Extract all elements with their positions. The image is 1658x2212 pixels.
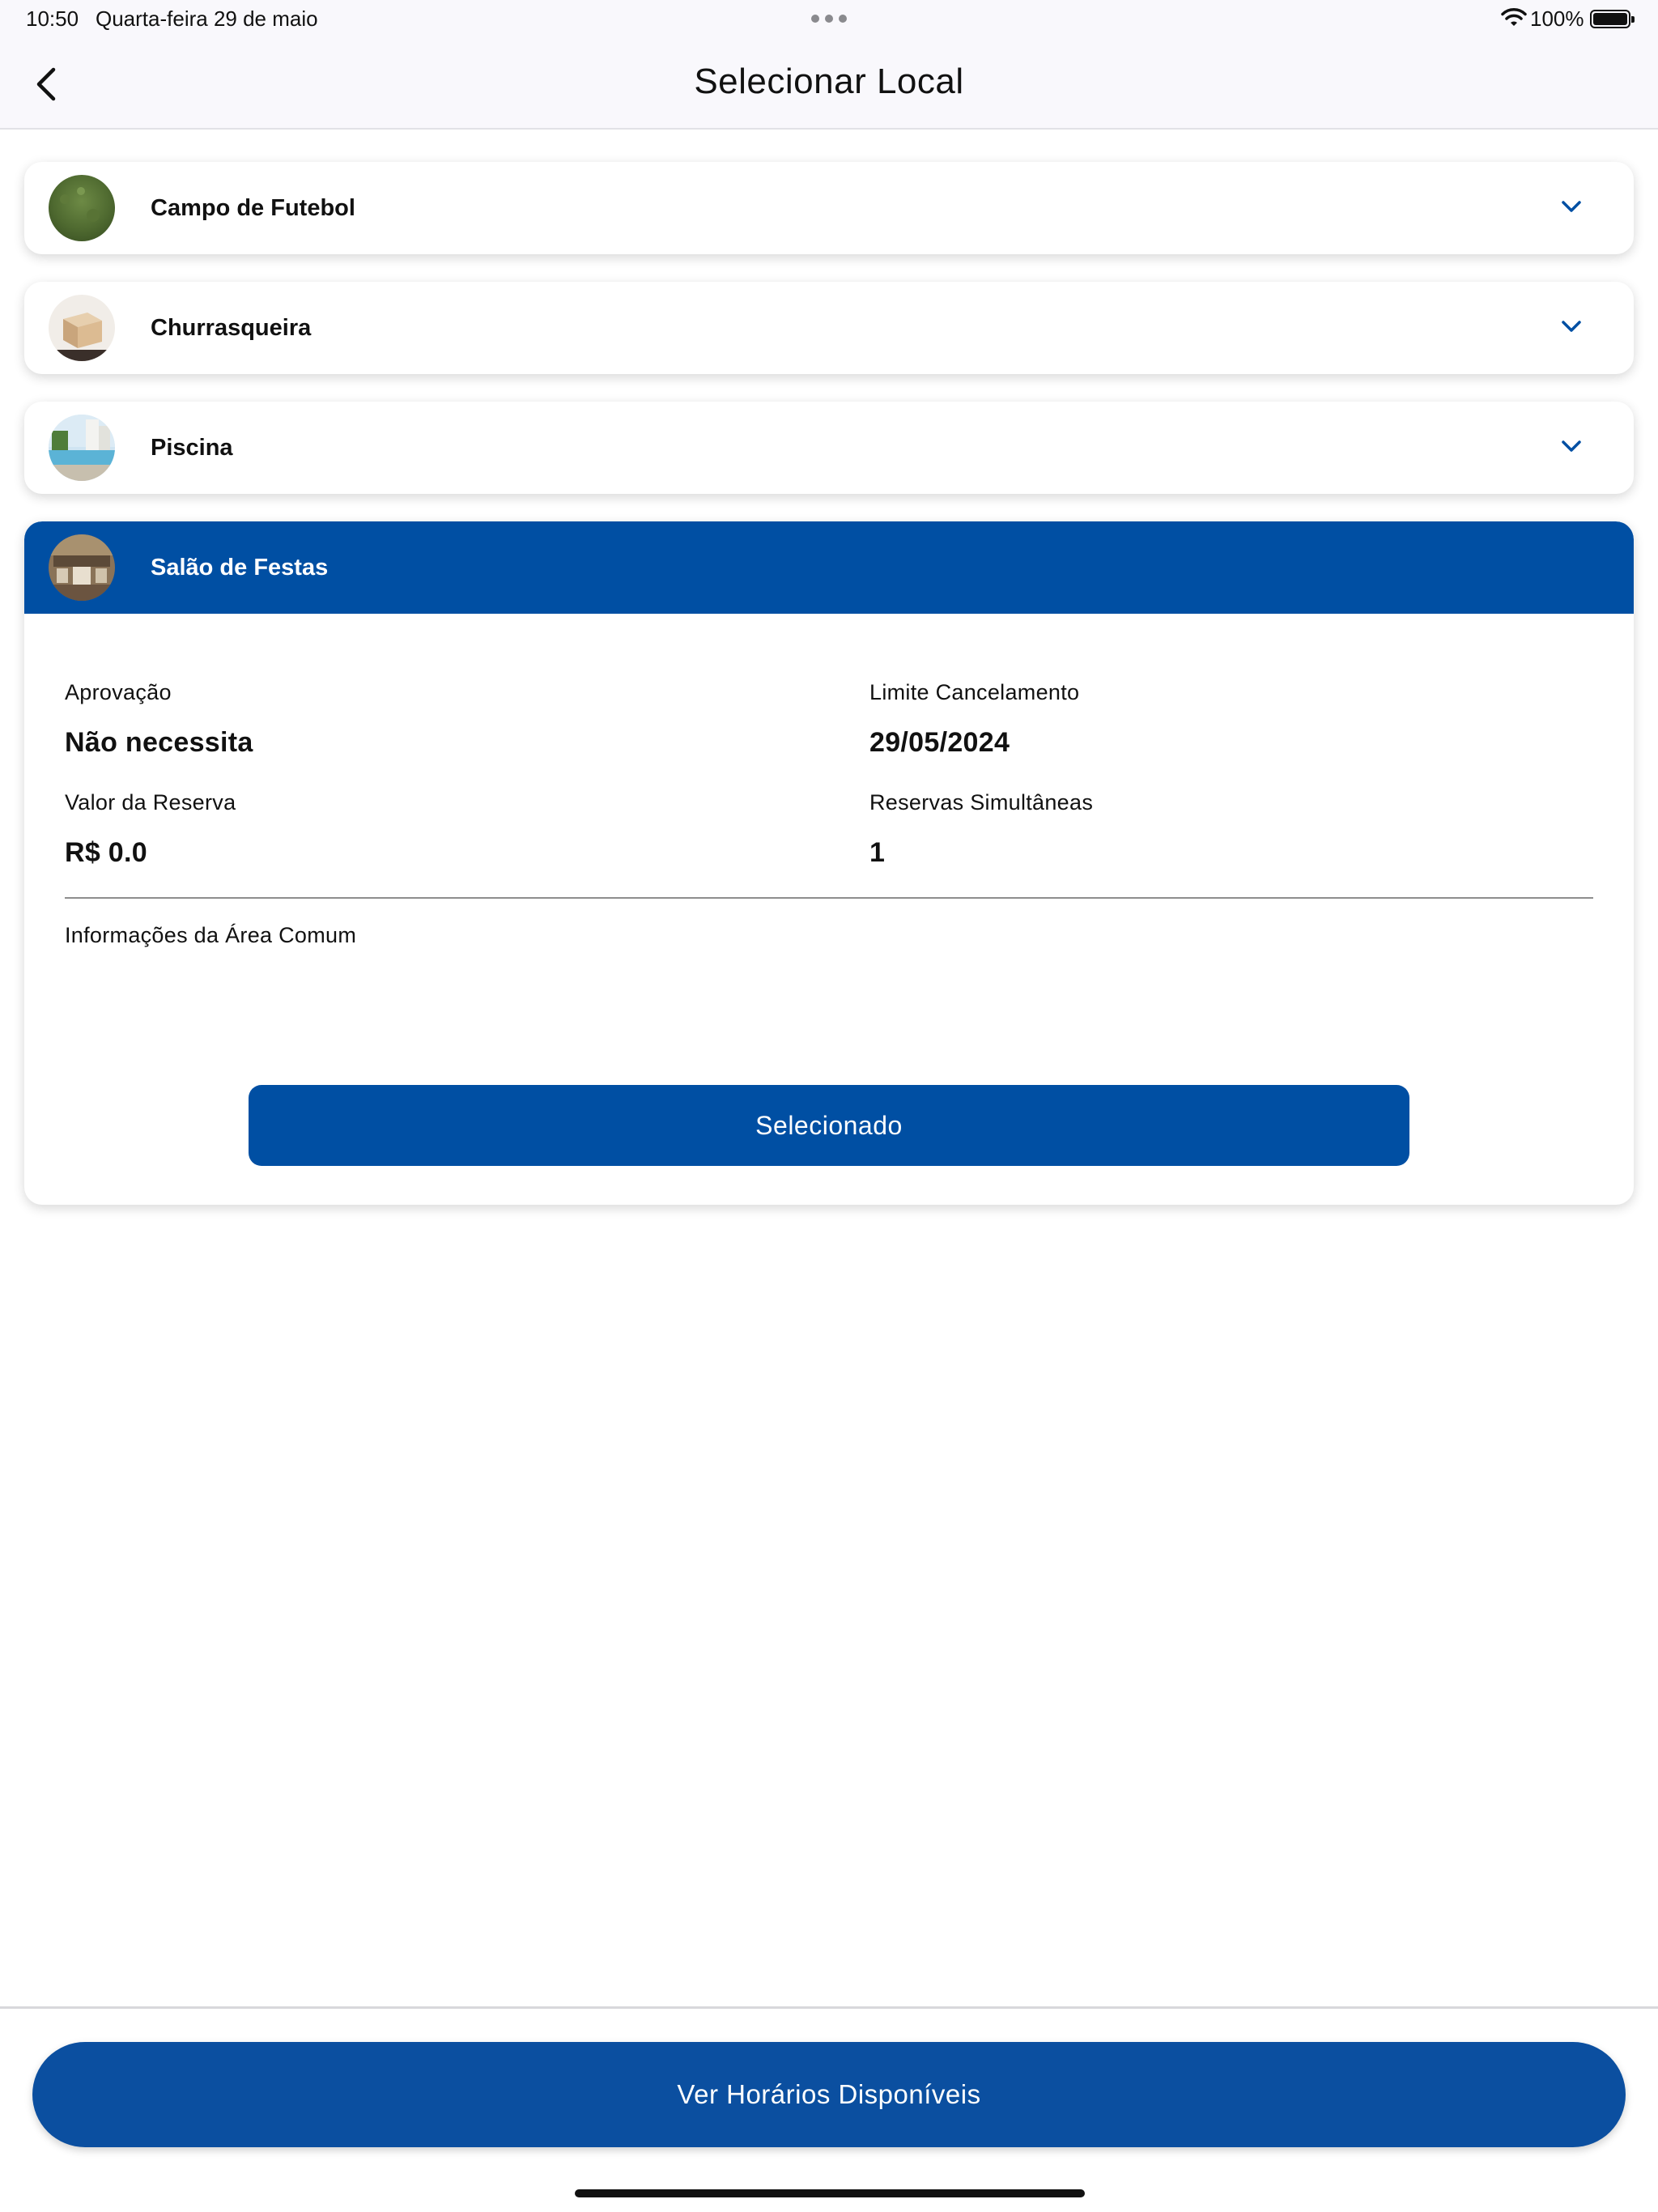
- navigation-bar: Selecionar Local: [0, 39, 1658, 130]
- place-name: Churrasqueira: [151, 314, 312, 341]
- place-thumbnail-image: [49, 415, 115, 481]
- more-dots-icon[interactable]: [811, 15, 847, 24]
- price-label: Valor da Reserva: [65, 790, 236, 815]
- wifi-icon: [1501, 8, 1527, 26]
- place-card-churrasqueira[interactable]: Churrasqueira: [24, 282, 1634, 374]
- footer-divider: [0, 2006, 1658, 2009]
- place-thumbnail-image: [49, 534, 115, 601]
- divider: [65, 897, 1593, 899]
- home-indicator[interactable]: [575, 2189, 1085, 2197]
- place-card-campo-de-futebol[interactable]: Campo de Futebol: [24, 162, 1634, 254]
- place-thumbnail-image: [49, 295, 115, 361]
- approval-label: Aprovação: [65, 680, 172, 704]
- chevron-down-icon[interactable]: [1559, 434, 1584, 458]
- place-name: Salão de Festas: [151, 554, 329, 581]
- place-name: Piscina: [151, 434, 233, 461]
- battery-icon: [1590, 10, 1635, 28]
- common-area-info-label: Informações da Área Comum: [65, 923, 357, 947]
- place-card-salao-de-festas[interactable]: Salão de Festas Aprovação Não necessita …: [24, 521, 1634, 1205]
- place-card-header[interactable]: Churrasqueira: [24, 282, 1634, 374]
- place-thumbnail-image: [49, 175, 115, 241]
- place-card-header[interactable]: Campo de Futebol: [24, 162, 1634, 254]
- place-card-header[interactable]: Salão de Festas: [24, 521, 1634, 614]
- cancel-limit-value: 29/05/2024: [869, 727, 1010, 758]
- status-bar: 10:50 Quarta-feira 29 de maio 100%: [0, 0, 1658, 39]
- place-name: Campo de Futebol: [151, 194, 355, 221]
- view-available-times-button[interactable]: Ver Horários Disponíveis: [32, 2042, 1626, 2147]
- cancel-limit-label: Limite Cancelamento: [869, 680, 1080, 704]
- simultaneous-reservations-label: Reservas Simultâneas: [869, 790, 1094, 815]
- approval-value: Não necessita: [65, 727, 253, 758]
- chevron-down-icon[interactable]: [1559, 314, 1584, 338]
- simultaneous-reservations-value: 1: [869, 837, 886, 868]
- status-date: Quarta-feira 29 de maio: [96, 6, 318, 31]
- place-card-header[interactable]: Piscina: [24, 402, 1634, 494]
- selected-button[interactable]: Selecionado: [249, 1085, 1409, 1166]
- battery-percentage: 100%: [1530, 6, 1584, 31]
- status-time: 10:50: [26, 6, 79, 31]
- chevron-down-icon[interactable]: [1559, 194, 1584, 219]
- page-title: Selecionar Local: [694, 62, 964, 101]
- place-card-piscina[interactable]: Piscina: [24, 402, 1634, 494]
- place-details: Aprovação Não necessita Limite Cancelame…: [24, 614, 1634, 1205]
- price-value: R$ 0.0: [65, 837, 147, 868]
